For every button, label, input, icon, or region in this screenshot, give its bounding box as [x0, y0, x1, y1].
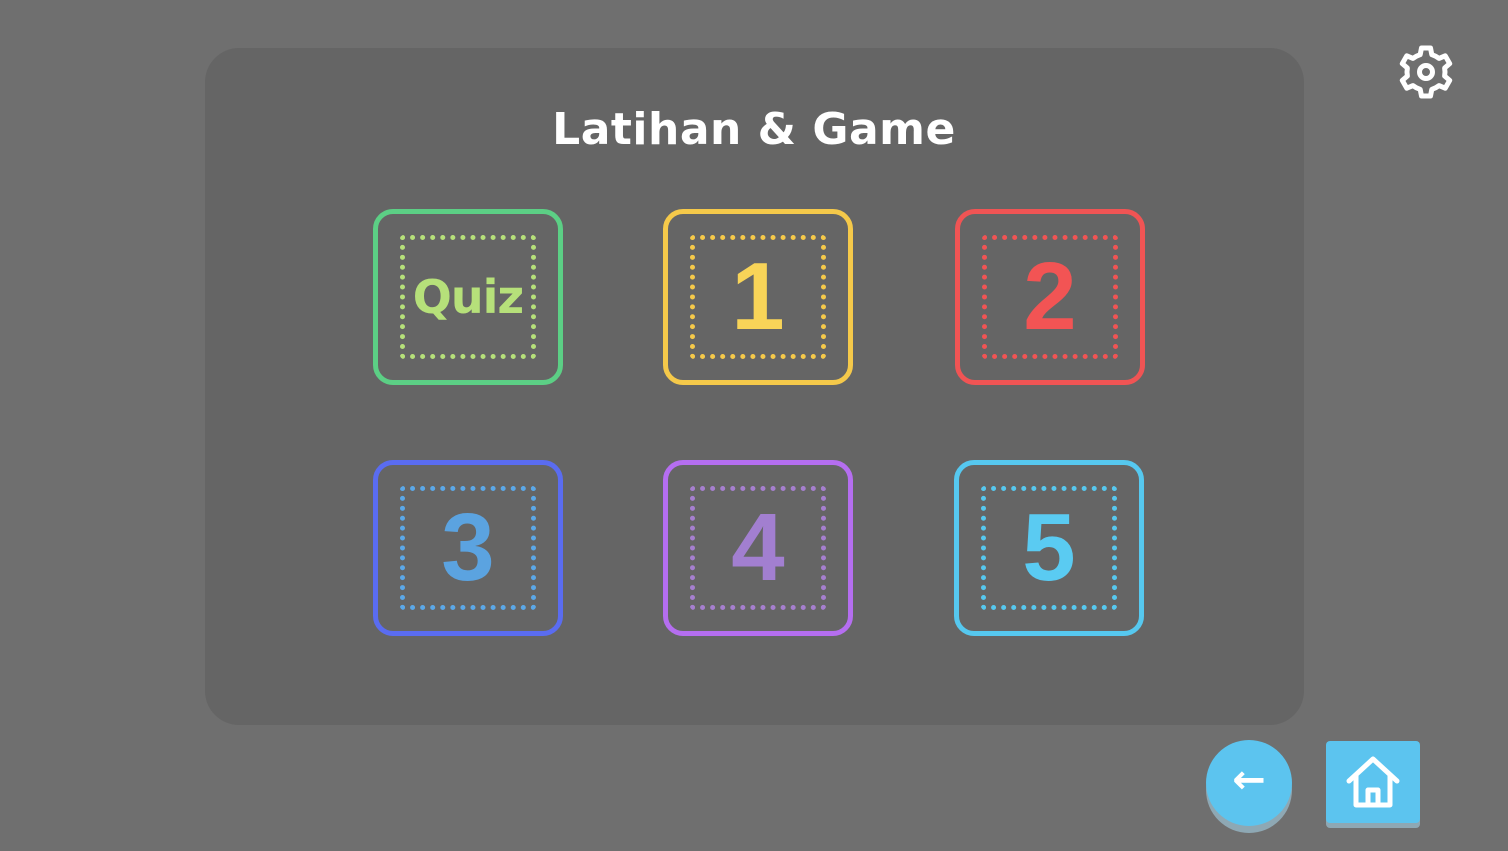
tile-3-label: 3	[441, 494, 495, 601]
home-button[interactable]	[1326, 741, 1420, 823]
page-title: Latihan & Game	[552, 104, 956, 155]
tile-1-frame: 1	[690, 235, 826, 359]
tile-5[interactable]: 5	[954, 460, 1144, 636]
gear-icon	[1399, 45, 1453, 99]
back-button[interactable]: ←	[1206, 740, 1292, 826]
tile-3[interactable]: 3	[373, 460, 563, 636]
tile-quiz-frame: Quiz	[400, 235, 536, 359]
tile-1-label: 1	[731, 243, 785, 350]
tile-2-label: 2	[1023, 243, 1077, 350]
tile-5-label: 5	[1022, 494, 1076, 601]
home-icon	[1346, 756, 1400, 808]
tile-4[interactable]: 4	[663, 460, 853, 636]
arrow-left-icon: ←	[1232, 757, 1266, 803]
tile-4-frame: 4	[690, 486, 826, 610]
tile-4-label: 4	[731, 494, 785, 601]
tile-5-frame: 5	[981, 486, 1117, 610]
tile-2[interactable]: 2	[955, 209, 1145, 385]
settings-button[interactable]	[1394, 40, 1458, 104]
tile-3-frame: 3	[400, 486, 536, 610]
tile-2-frame: 2	[982, 235, 1118, 359]
tile-1[interactable]: 1	[663, 209, 853, 385]
tile-quiz[interactable]: Quiz	[373, 209, 563, 385]
tile-quiz-label: Quiz	[412, 270, 524, 324]
